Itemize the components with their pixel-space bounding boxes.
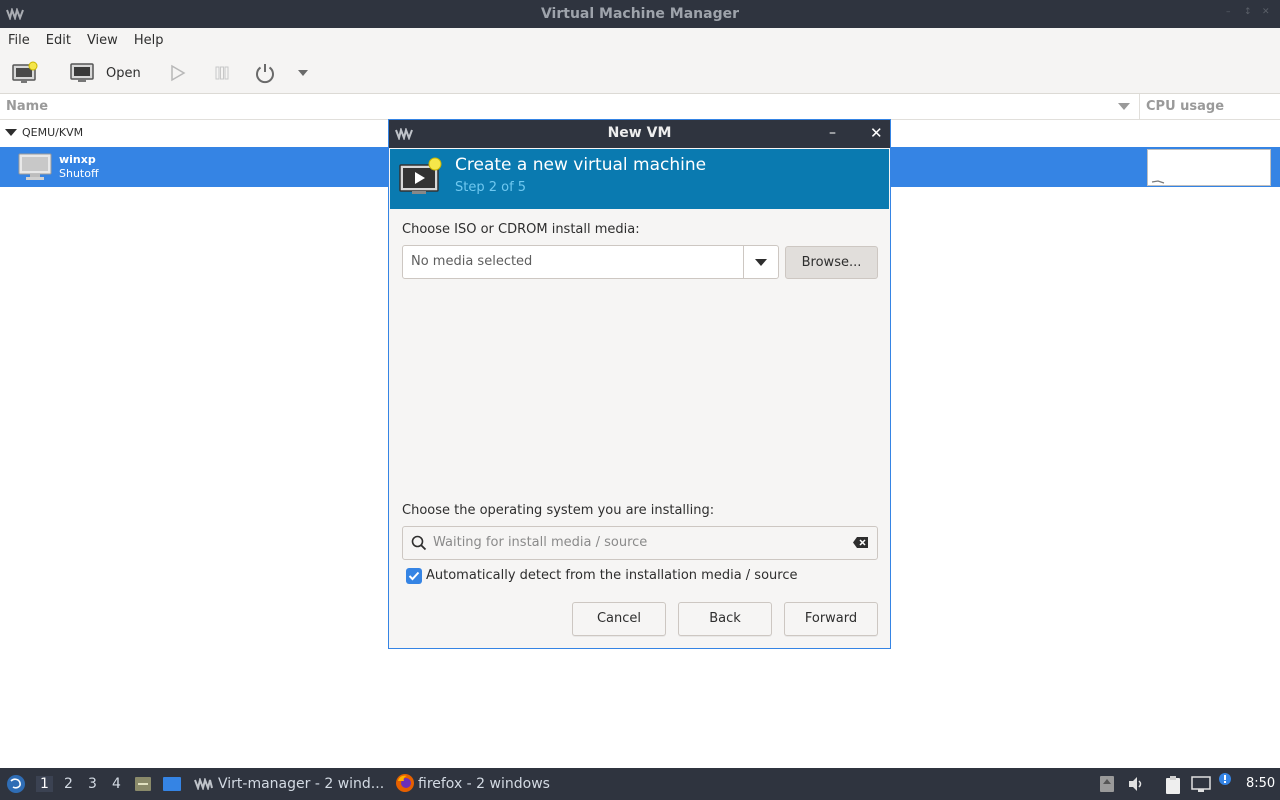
new-vm-button[interactable]: [12, 60, 38, 86]
window-title: Virtual Machine Manager: [540, 6, 740, 22]
taskbar: 1 2 3 4 Virt-manager - 2 wind... firefox…: [0, 768, 1280, 800]
browse-button[interactable]: Browse...: [785, 246, 878, 279]
workspace-1[interactable]: 1: [36, 776, 53, 792]
cancel-button[interactable]: Cancel: [572, 602, 666, 636]
open-button[interactable]: Open: [70, 60, 141, 86]
notification-icon[interactable]: [1218, 772, 1232, 786]
os-search-field[interactable]: Waiting for install media / source: [402, 526, 878, 560]
expander-icon[interactable]: [5, 129, 17, 136]
wizard-heading: Create a new virtual machine: [455, 155, 707, 175]
shutdown-button[interactable]: [254, 60, 276, 86]
search-icon: [411, 535, 427, 551]
run-button[interactable]: [170, 60, 186, 86]
forward-button[interactable]: Forward: [784, 602, 878, 636]
monitor-icon: [70, 63, 94, 82]
new-vm-icon: [12, 61, 38, 83]
new-vm-banner-icon: [399, 157, 442, 194]
clear-text-icon[interactable]: [852, 536, 869, 549]
maximize-icon[interactable]: ↕: [1244, 8, 1252, 17]
combo-divider: [743, 246, 744, 278]
column-name[interactable]: Name: [6, 99, 48, 114]
play-icon: [171, 64, 186, 82]
column-separator: [1139, 94, 1140, 120]
menu-help[interactable]: Help: [134, 33, 164, 48]
shutdown-menu-button[interactable]: [297, 60, 309, 86]
connection-label: QEMU/KVM: [22, 126, 84, 139]
dialog-close-icon[interactable]: ✕: [870, 124, 883, 142]
workspace-4[interactable]: 4: [112, 776, 121, 792]
vm-name: winxp: [59, 153, 96, 166]
os-label: Choose the operating system you are inst…: [402, 503, 715, 518]
sort-desc-icon[interactable]: [1118, 103, 1130, 110]
chevron-down-icon: [298, 70, 308, 76]
start-menu-icon[interactable]: [6, 774, 26, 794]
menu-bar: File Edit View Help: [0, 28, 1280, 52]
window-controls: – ↕ ✕: [1226, 8, 1270, 17]
dialog-title: New VM: [607, 125, 672, 141]
firefox-icon: [396, 774, 414, 792]
dialog-minimize-icon[interactable]: –: [829, 125, 836, 141]
virt-manager-task-icon: [194, 778, 213, 790]
column-cpu-usage[interactable]: CPU usage: [1146, 99, 1224, 114]
checkmark-icon: [408, 571, 420, 581]
power-icon: [256, 64, 274, 84]
dropdown-arrow-icon[interactable]: [755, 259, 767, 266]
vm-state: Shutoff: [59, 167, 99, 180]
install-media-combo[interactable]: No media selected: [402, 245, 779, 279]
window-titlebar: Virtual Machine Manager – ↕ ✕: [0, 0, 1280, 28]
wizard-step: Step 2 of 5: [455, 180, 527, 195]
minimize-icon[interactable]: –: [1226, 8, 1234, 17]
back-button[interactable]: Back: [678, 602, 772, 636]
os-search-placeholder: Waiting for install media / source: [433, 535, 648, 550]
clock[interactable]: 8:50: [1246, 776, 1275, 791]
volume-icon[interactable]: [1127, 775, 1145, 793]
cpu-usage-graph: [1147, 149, 1271, 186]
autodetect-label[interactable]: Automatically detect from the installati…: [426, 568, 797, 583]
updates-icon[interactable]: [1099, 775, 1115, 793]
toolbar: Open: [0, 52, 1280, 94]
clipboard-icon[interactable]: [1163, 775, 1183, 795]
new-vm-dialog: New VM – ✕ Create a new virtual machine …: [388, 119, 891, 649]
vm-monitor-icon: [18, 153, 52, 180]
menu-edit[interactable]: Edit: [46, 33, 71, 48]
file-manager-icon[interactable]: [134, 775, 152, 793]
open-button-label: Open: [106, 65, 141, 81]
wizard-banner: Create a new virtual machine Step 2 of 5: [390, 149, 889, 209]
close-icon[interactable]: ✕: [1262, 8, 1270, 17]
network-icon[interactable]: [1191, 775, 1211, 793]
show-desktop-icon[interactable]: [162, 775, 182, 793]
install-media-label: Choose ISO or CDROM install media:: [402, 222, 640, 237]
menu-file[interactable]: File: [8, 33, 30, 48]
task-firefox[interactable]: firefox - 2 windows: [418, 776, 550, 792]
cpu-sparkline: [1151, 180, 1165, 184]
dialog-titlebar: New VM – ✕: [389, 120, 890, 148]
pause-icon: [215, 66, 229, 80]
menu-view[interactable]: View: [87, 33, 118, 48]
autodetect-checkbox[interactable]: [406, 568, 422, 584]
workspace-2[interactable]: 2: [64, 776, 73, 792]
column-header: Name CPU usage: [0, 94, 1280, 120]
pause-button[interactable]: [214, 60, 230, 86]
task-virt-manager[interactable]: Virt-manager - 2 wind...: [218, 776, 384, 792]
install-media-value[interactable]: No media selected: [411, 254, 532, 269]
workspace-3[interactable]: 3: [88, 776, 97, 792]
